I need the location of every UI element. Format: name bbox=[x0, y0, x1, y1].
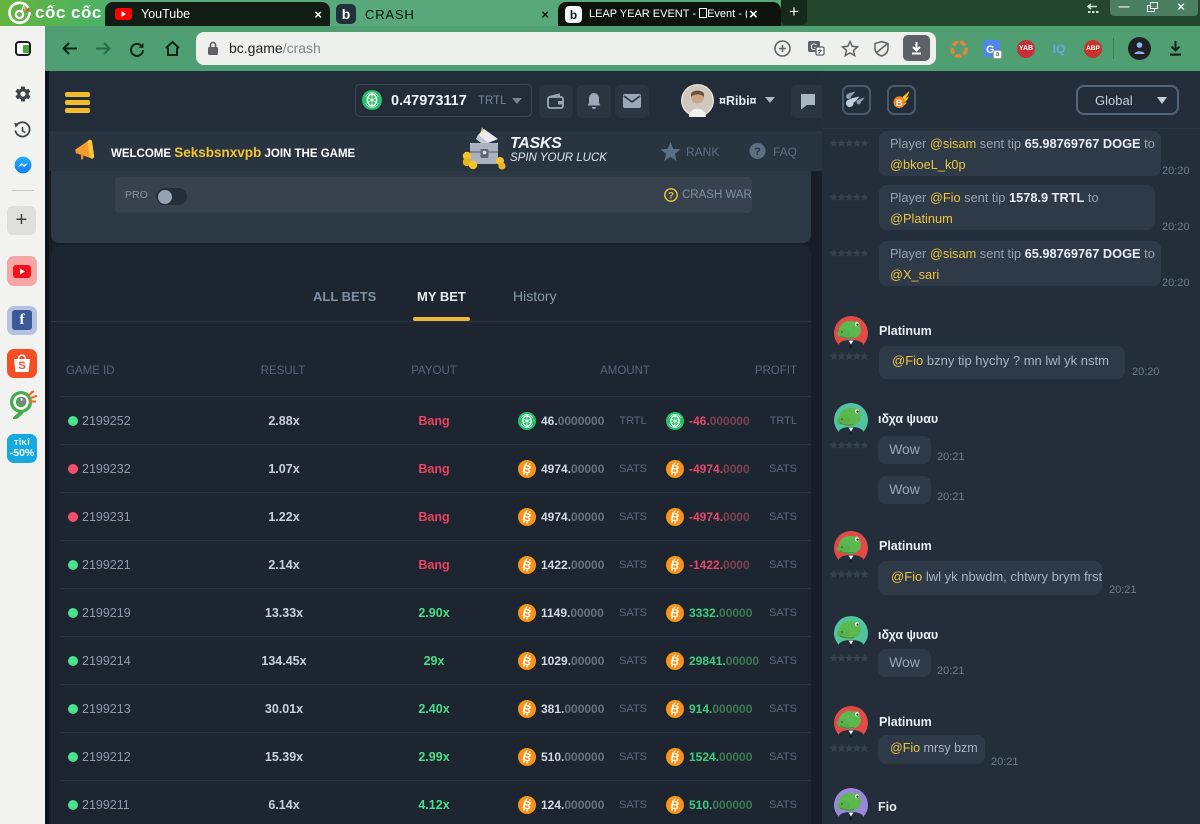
svg-text:S: S bbox=[18, 360, 25, 372]
svg-text:?: ? bbox=[754, 146, 761, 158]
svg-text:b: b bbox=[342, 6, 351, 22]
svg-text:B: B bbox=[896, 98, 903, 109]
svg-text:b: b bbox=[570, 7, 577, 21]
svg-text:?: ? bbox=[668, 191, 674, 202]
